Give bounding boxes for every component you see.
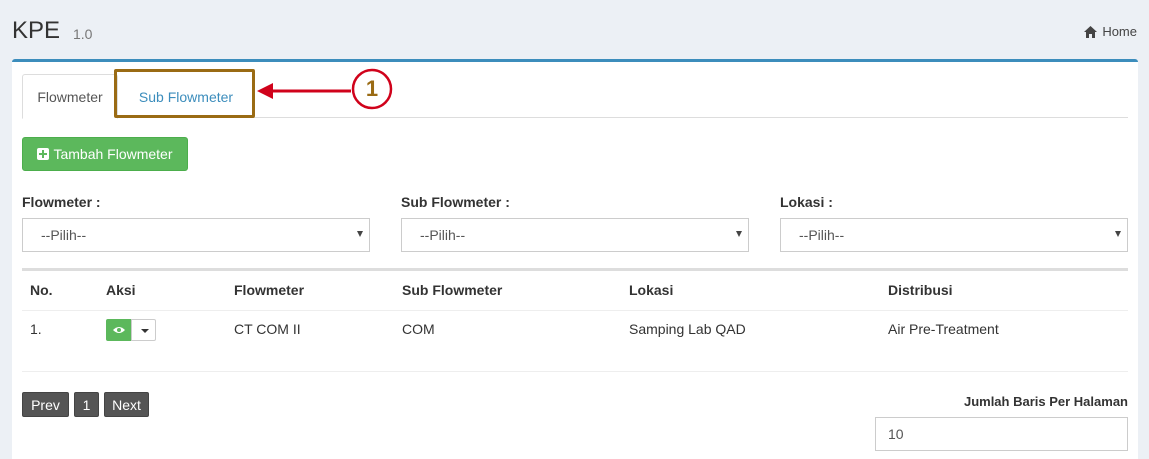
column-header-lokasi: Lokasi <box>629 282 674 298</box>
table-top-border <box>22 268 1128 271</box>
action-dropdown-toggle[interactable] <box>131 319 156 341</box>
plus-square-icon <box>37 148 50 160</box>
cell-sub-flowmeter: COM <box>402 321 435 337</box>
column-header-aksi: Aksi <box>106 282 136 298</box>
add-flowmeter-button[interactable]: Tambah Flowmeter <box>22 137 188 171</box>
annotation-highlight-box <box>114 69 255 118</box>
filter-flowmeter-select[interactable]: --Pilih-- <box>22 218 370 252</box>
eye-icon <box>112 327 125 333</box>
home-icon <box>1084 25 1098 38</box>
column-header-distribusi: Distribusi <box>888 282 953 298</box>
column-header-no: No. <box>30 282 53 298</box>
table-header-divider <box>22 310 1128 311</box>
filter-lokasi-label: Lokasi : <box>780 194 833 210</box>
filter-sub-flowmeter-value: --Pilih-- <box>420 227 466 243</box>
caret-down-icon <box>736 231 742 237</box>
filter-sub-flowmeter-select[interactable]: --Pilih-- <box>401 218 749 252</box>
filter-lokasi-value: --Pilih-- <box>799 227 845 243</box>
page-1-button[interactable]: 1 <box>74 392 99 417</box>
prev-page-button[interactable]: Prev <box>22 392 69 417</box>
cell-no: 1. <box>30 321 42 337</box>
rows-per-page-value: 10 <box>888 426 904 442</box>
caret-down-icon <box>141 329 149 333</box>
caret-down-icon <box>357 231 363 237</box>
page-header: KPE 1.0 Home <box>0 0 1149 60</box>
breadcrumb-home-label: Home <box>1102 24 1137 39</box>
add-flowmeter-label: Tambah Flowmeter <box>53 146 173 162</box>
column-header-sub-flowmeter: Sub Flowmeter <box>402 282 503 298</box>
cell-flowmeter: CT COM II <box>234 321 301 337</box>
table-bottom-divider <box>22 371 1128 372</box>
filter-flowmeter-value: --Pilih-- <box>41 227 87 243</box>
rows-per-page-input[interactable]: 10 <box>875 417 1128 451</box>
breadcrumb-home[interactable]: Home <box>1084 24 1137 39</box>
cell-distribusi: Air Pre-Treatment <box>888 321 999 337</box>
next-page-button[interactable]: Next <box>104 392 149 417</box>
filter-sub-flowmeter-label: Sub Flowmeter : <box>401 194 510 210</box>
filter-flowmeter-label: Flowmeter : <box>22 194 101 210</box>
app-version: 1.0 <box>73 26 93 42</box>
filter-lokasi-select[interactable]: --Pilih-- <box>780 218 1128 252</box>
tab-flowmeter[interactable]: Flowmeter <box>22 74 118 119</box>
cell-lokasi: Samping Lab QAD <box>629 321 746 337</box>
column-header-flowmeter: Flowmeter <box>234 282 305 298</box>
view-button[interactable] <box>106 319 131 341</box>
annotation-number: 1 <box>365 76 379 101</box>
rows-per-page-label: Jumlah Baris Per Halaman <box>963 394 1128 409</box>
app-title: KPE <box>12 17 61 44</box>
caret-down-icon <box>1115 231 1121 237</box>
